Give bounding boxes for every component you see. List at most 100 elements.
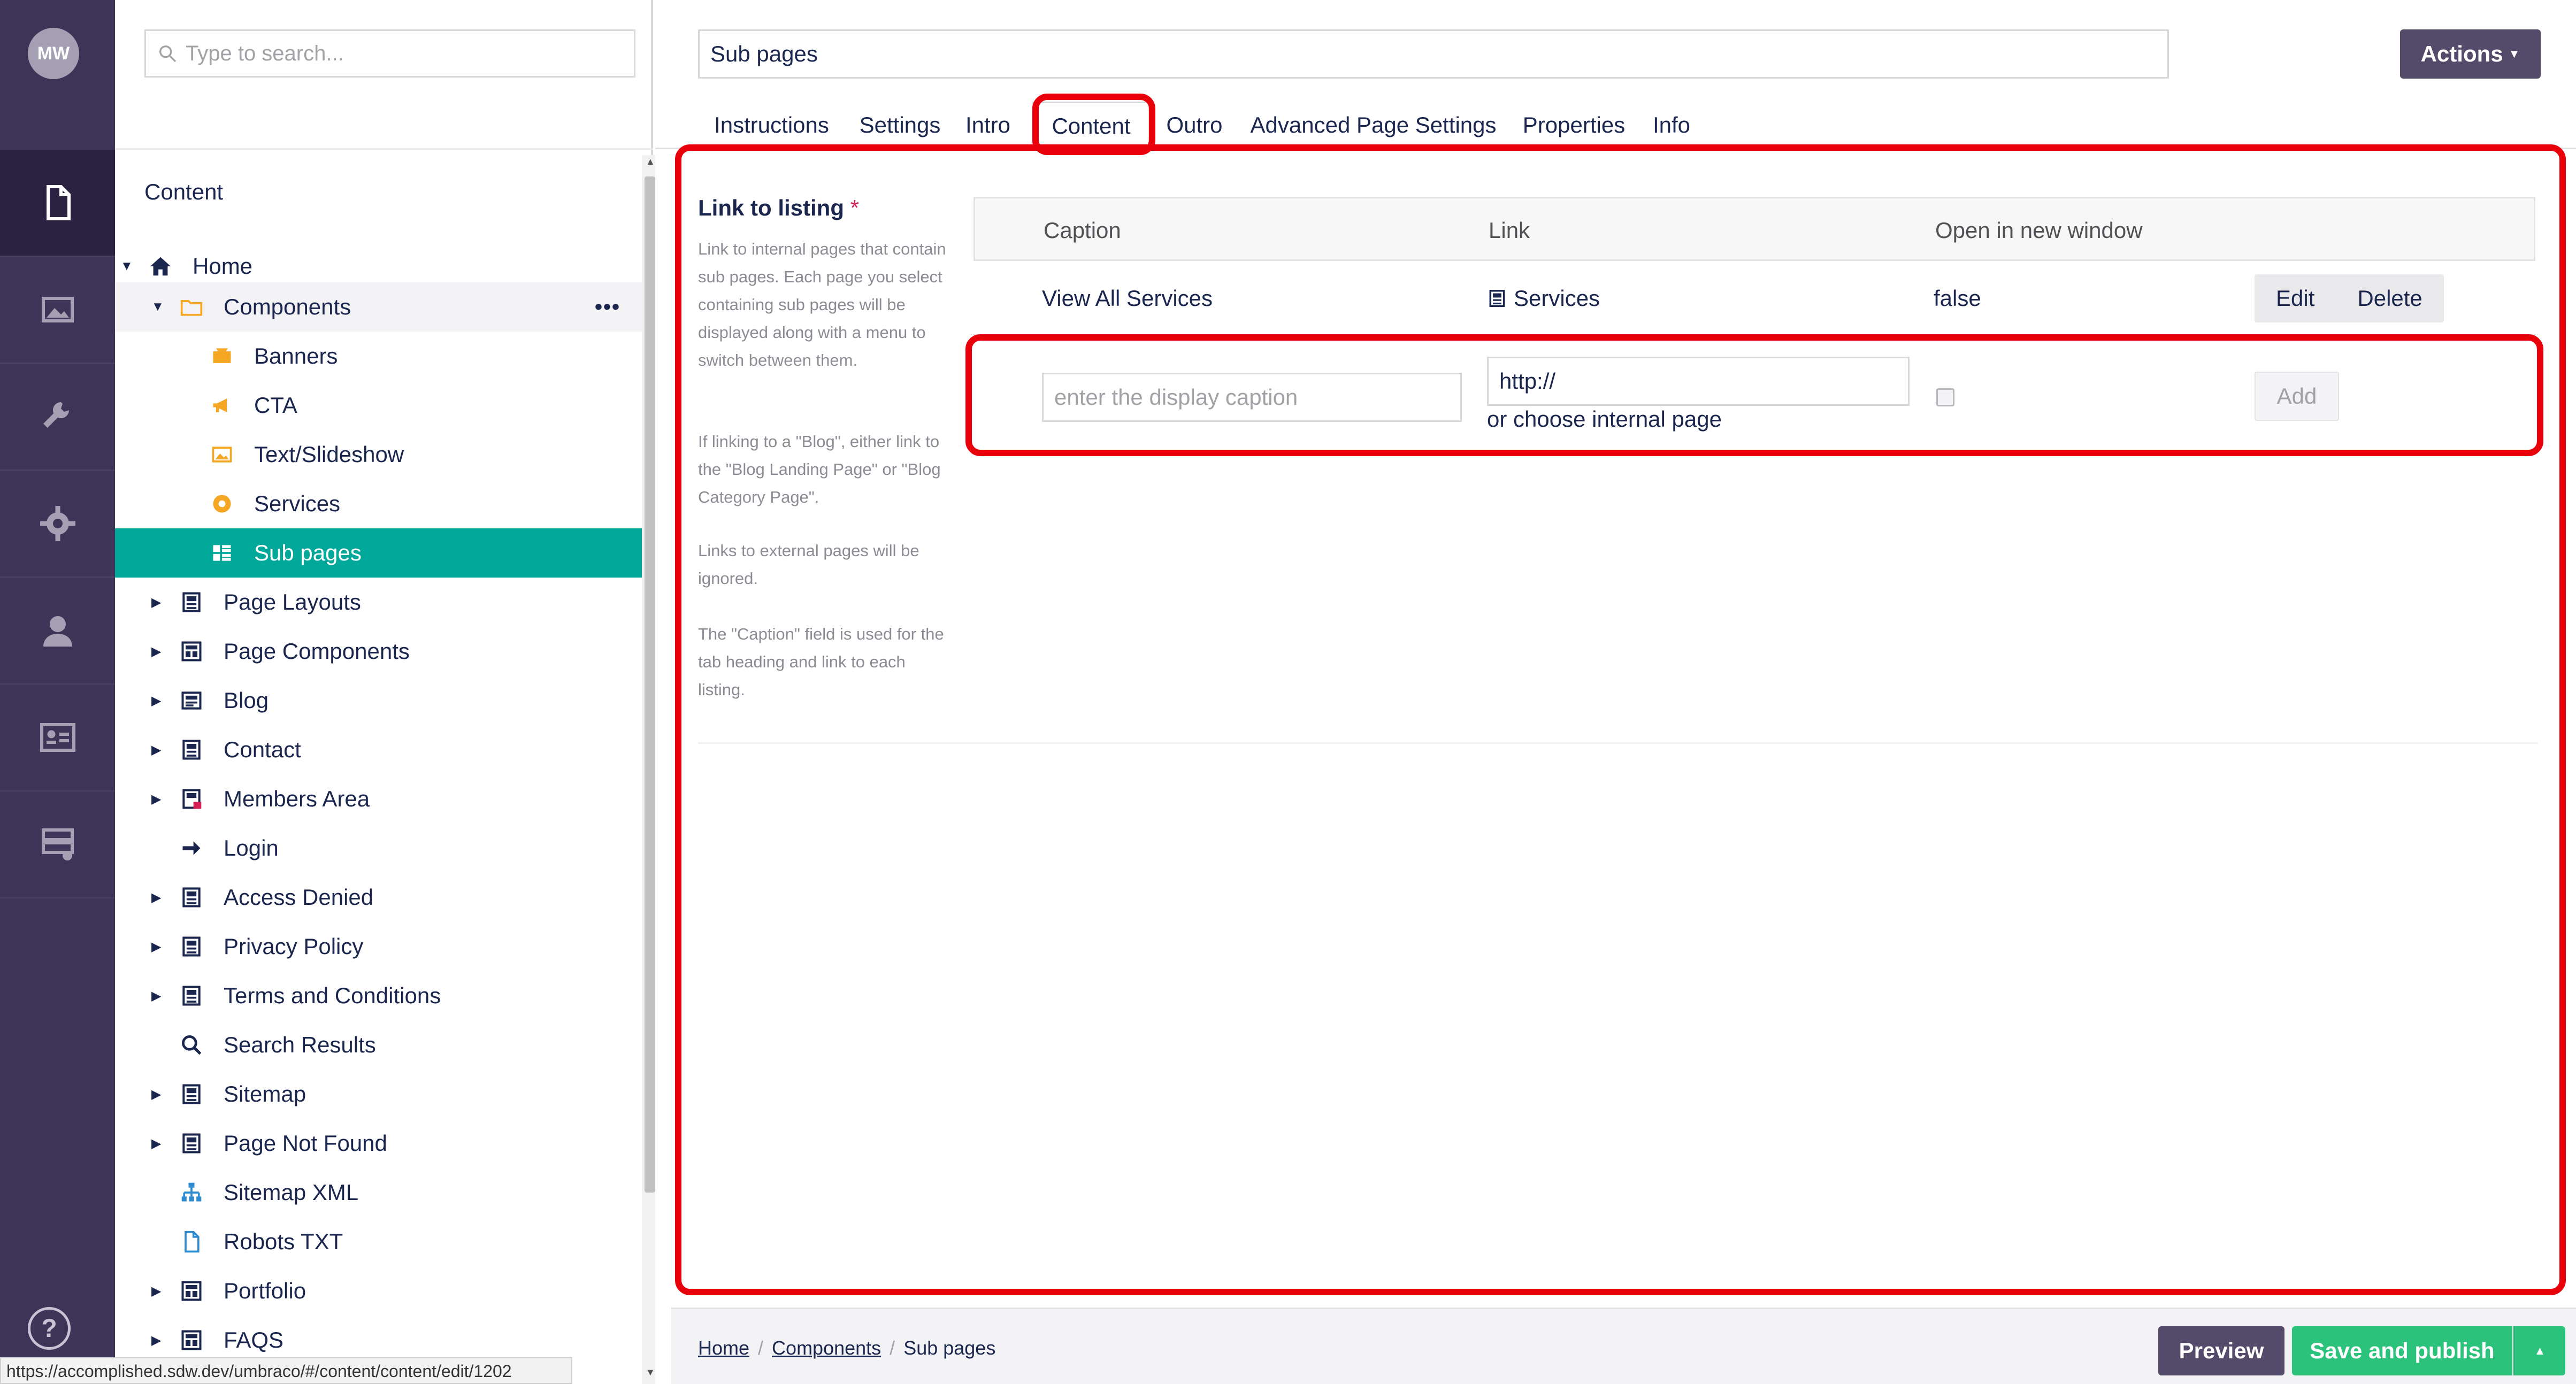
tree-item-blog[interactable]: ▶ Blog [115, 676, 642, 725]
rail-content-button[interactable] [0, 150, 115, 257]
tab-properties[interactable]: Properties [1516, 102, 1631, 149]
tree-search-box [144, 29, 635, 78]
scroll-down-arrow-icon[interactable]: ▼ [646, 1367, 655, 1378]
tree-item-search-results[interactable]: Search Results [115, 1020, 642, 1070]
caret-right-icon[interactable]: ▶ [151, 939, 161, 955]
doc-icon [178, 884, 205, 911]
tree-search-input[interactable] [185, 37, 623, 70]
tree-item-label: Blog [224, 688, 269, 713]
tab-outro[interactable]: Outro [1157, 102, 1232, 149]
home-icon [147, 253, 174, 280]
publish-options-caret-icon[interactable]: ▲ [2513, 1326, 2565, 1375]
search-icon [178, 1032, 205, 1058]
tree-item-page-not-found[interactable]: ▶ Page Not Found [115, 1119, 642, 1168]
scroll-up-arrow-icon[interactable]: ▲ [646, 156, 655, 167]
tree-item-page-components[interactable]: ▶ Page Components [115, 627, 642, 676]
row-link[interactable]: Services [1487, 261, 1600, 336]
tree-item-label: Page Layouts [224, 589, 361, 614]
tab-intro[interactable]: Intro [959, 102, 1017, 149]
caret-right-icon[interactable]: ▶ [151, 742, 161, 758]
table-row: View All Services Services false Edit De… [973, 261, 2535, 336]
breadcrumb-components[interactable]: Components [772, 1337, 881, 1359]
caret-right-icon[interactable]: ▶ [151, 988, 161, 1004]
new-window-checkbox[interactable] [1936, 388, 1954, 406]
rail-settings-button[interactable] [0, 364, 115, 471]
actions-button[interactable]: Actions ▼ [2400, 29, 2541, 79]
tree-item-sitemap-xml[interactable]: Sitemap XML [115, 1168, 642, 1217]
user-avatar[interactable]: MW [28, 28, 79, 79]
caret-right-icon[interactable]: ▶ [151, 1087, 161, 1102]
more-options-icon[interactable]: ••• [595, 295, 620, 319]
rail-forms-button[interactable] [0, 791, 115, 898]
tree-item-portfolio[interactable]: ▶ Portfolio [115, 1266, 642, 1316]
tree-item-contact[interactable]: ▶ Contact [115, 725, 642, 774]
caret-right-icon[interactable]: ▶ [151, 890, 161, 905]
doc-icon [178, 736, 205, 763]
caret-right-icon[interactable]: ▶ [151, 1136, 161, 1151]
caret-right-icon[interactable]: ▶ [151, 791, 161, 807]
tree-item-label: Text/Slideshow [254, 442, 404, 467]
new-link-input[interactable] [1487, 357, 1910, 406]
caret-right-icon[interactable]: ▶ [151, 595, 161, 610]
caret-right-icon[interactable]: ▶ [151, 1333, 161, 1348]
tree-item-cta[interactable]: CTA [115, 381, 642, 430]
actions-label: Actions [2420, 41, 2503, 66]
tree-divider [115, 148, 653, 150]
tree-item-components[interactable]: ▼ Components ••• [115, 282, 642, 332]
forms-icon [41, 828, 74, 860]
tab-settings[interactable]: Settings [853, 102, 947, 149]
property-description-1: Link to internal pages that contain sub … [698, 240, 946, 370]
tree-item-robots-txt[interactable]: Robots TXT [115, 1217, 642, 1266]
tree-item-terms-and-conditions[interactable]: ▶ Terms and Conditions [115, 971, 642, 1020]
tree-item-sitemap[interactable]: ▶ Sitemap [115, 1070, 642, 1119]
choose-internal-page-link[interactable]: or choose internal page [1487, 406, 1722, 432]
content-icon [46, 185, 71, 220]
breadcrumb-separator: / [758, 1337, 764, 1359]
node-name-input[interactable] [698, 29, 2169, 79]
tree-item-label: FAQS [224, 1327, 284, 1352]
tree-item-members-area[interactable]: ▶ Members Area [115, 774, 642, 824]
newspaper-icon [178, 687, 205, 714]
tree-item-login[interactable]: Login [115, 824, 642, 873]
save-and-publish-button[interactable]: Save and publish [2292, 1326, 2512, 1375]
tree-item-label: Home [193, 253, 253, 279]
rail-members-button[interactable] [0, 685, 115, 791]
breadcrumb-home[interactable]: Home [698, 1337, 749, 1359]
image-icon [209, 441, 235, 468]
tree-item-banners[interactable]: Banners [115, 332, 642, 381]
tree-scrollbar-thumb[interactable] [645, 176, 655, 1193]
rail-media-button[interactable] [0, 257, 115, 364]
caret-right-icon[interactable]: ▶ [151, 644, 161, 659]
tree-item-page-layouts[interactable]: ▶ Page Layouts [115, 578, 642, 627]
tab-advanced-page-settings[interactable]: Advanced Page Settings [1246, 102, 1500, 149]
question-circle-icon[interactable]: ? [28, 1307, 71, 1350]
caret-down-icon[interactable]: ▼ [151, 299, 164, 314]
tree-item-label: Login [224, 835, 279, 860]
caret-right-icon[interactable]: ▶ [151, 1283, 161, 1299]
tree-item-sub-pages[interactable]: Sub pages [115, 528, 642, 578]
row-actions: Edit Delete [2255, 274, 2444, 322]
property-label: Link to listing * [698, 195, 859, 221]
new-caption-input[interactable] [1042, 373, 1462, 422]
preview-button[interactable]: Preview [2158, 1326, 2284, 1375]
tab-instructions[interactable]: Instructions [706, 102, 837, 149]
editor-tabs: Instructions Settings Intro Content Outr… [655, 102, 2576, 149]
edit-button[interactable]: Edit [2255, 274, 2336, 322]
member-card-icon [40, 723, 75, 752]
editor: Actions ▼ Instructions Settings Intro Co… [655, 0, 2576, 1384]
caret-right-icon[interactable]: ▶ [151, 693, 161, 709]
tree-item-services[interactable]: Services [115, 479, 642, 528]
doc-icon [178, 1081, 205, 1108]
property-description-3: Links to external pages will be ignored. [698, 541, 919, 588]
tab-content[interactable]: Content [1032, 102, 1150, 149]
delete-button[interactable]: Delete [2336, 274, 2443, 322]
add-button[interactable]: Add [2255, 372, 2339, 421]
tree-item-privacy-policy[interactable]: ▶ Privacy Policy [115, 922, 642, 971]
tree-item-text-slideshow[interactable]: Text/Slideshow [115, 430, 642, 479]
caret-down-icon[interactable]: ▼ [120, 259, 133, 274]
rail-packages-button[interactable] [0, 471, 115, 578]
rail-users-button[interactable] [0, 578, 115, 685]
tree-item-access-denied[interactable]: ▶ Access Denied [115, 873, 642, 922]
tab-info[interactable]: Info [1645, 102, 1698, 149]
tree-title: Content [144, 179, 224, 204]
